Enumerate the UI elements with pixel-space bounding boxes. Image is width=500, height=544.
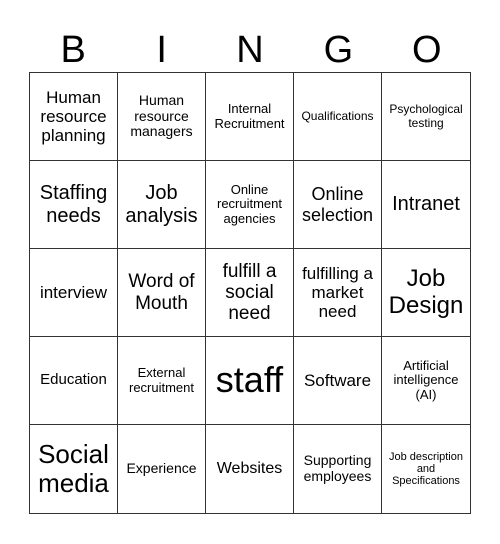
bingo-cell[interactable]: Psychological testing [382,73,470,161]
bingo-cell[interactable]: Job description and Specifications [382,425,470,513]
bingo-cell[interactable]: Human resource planning [30,73,118,161]
bingo-cell[interactable]: Experience [118,425,206,513]
header-letter-n: N [236,29,264,71]
bingo-cell[interactable]: Websites [206,425,294,513]
bingo-cell[interactable]: Qualifications [294,73,382,161]
bingo-cell[interactable]: Education [30,337,118,425]
bingo-cell[interactable]: Social media [30,425,118,513]
bingo-cell[interactable]: Job analysis [118,161,206,249]
header-letter-b: B [60,29,86,71]
bingo-cell[interactable]: Human resource managers [118,73,206,161]
bingo-cell[interactable]: Artificial intelligence (AI) [382,337,470,425]
bingo-cell[interactable]: Software [294,337,382,425]
bingo-cell[interactable]: Internal Recruitment [206,73,294,161]
header-letter-g: G [323,29,354,71]
header-letter-o: O [412,29,442,71]
bingo-cell-center[interactable]: staff [206,337,294,425]
bingo-cell[interactable]: Staffing needs [30,161,118,249]
bingo-cell[interactable]: Intranet [382,161,470,249]
header-letter-i: I [156,29,167,71]
bingo-cell[interactable]: Job Design [382,249,470,337]
bingo-grid: Human resource planning Human resource m… [29,72,471,514]
bingo-cell[interactable]: External recruitment [118,337,206,425]
bingo-cell[interactable]: Supporting employees [294,425,382,513]
bingo-cell[interactable]: fulfilling a market need [294,249,382,337]
bingo-cell[interactable]: Online recruitment agencies [206,161,294,249]
bingo-cell[interactable]: interview [30,249,118,337]
bingo-header: B I N G O [29,28,471,72]
bingo-cell[interactable]: fulfill a social need [206,249,294,337]
bingo-cell[interactable]: Online selection [294,161,382,249]
bingo-cell[interactable]: Word of Mouth [118,249,206,337]
